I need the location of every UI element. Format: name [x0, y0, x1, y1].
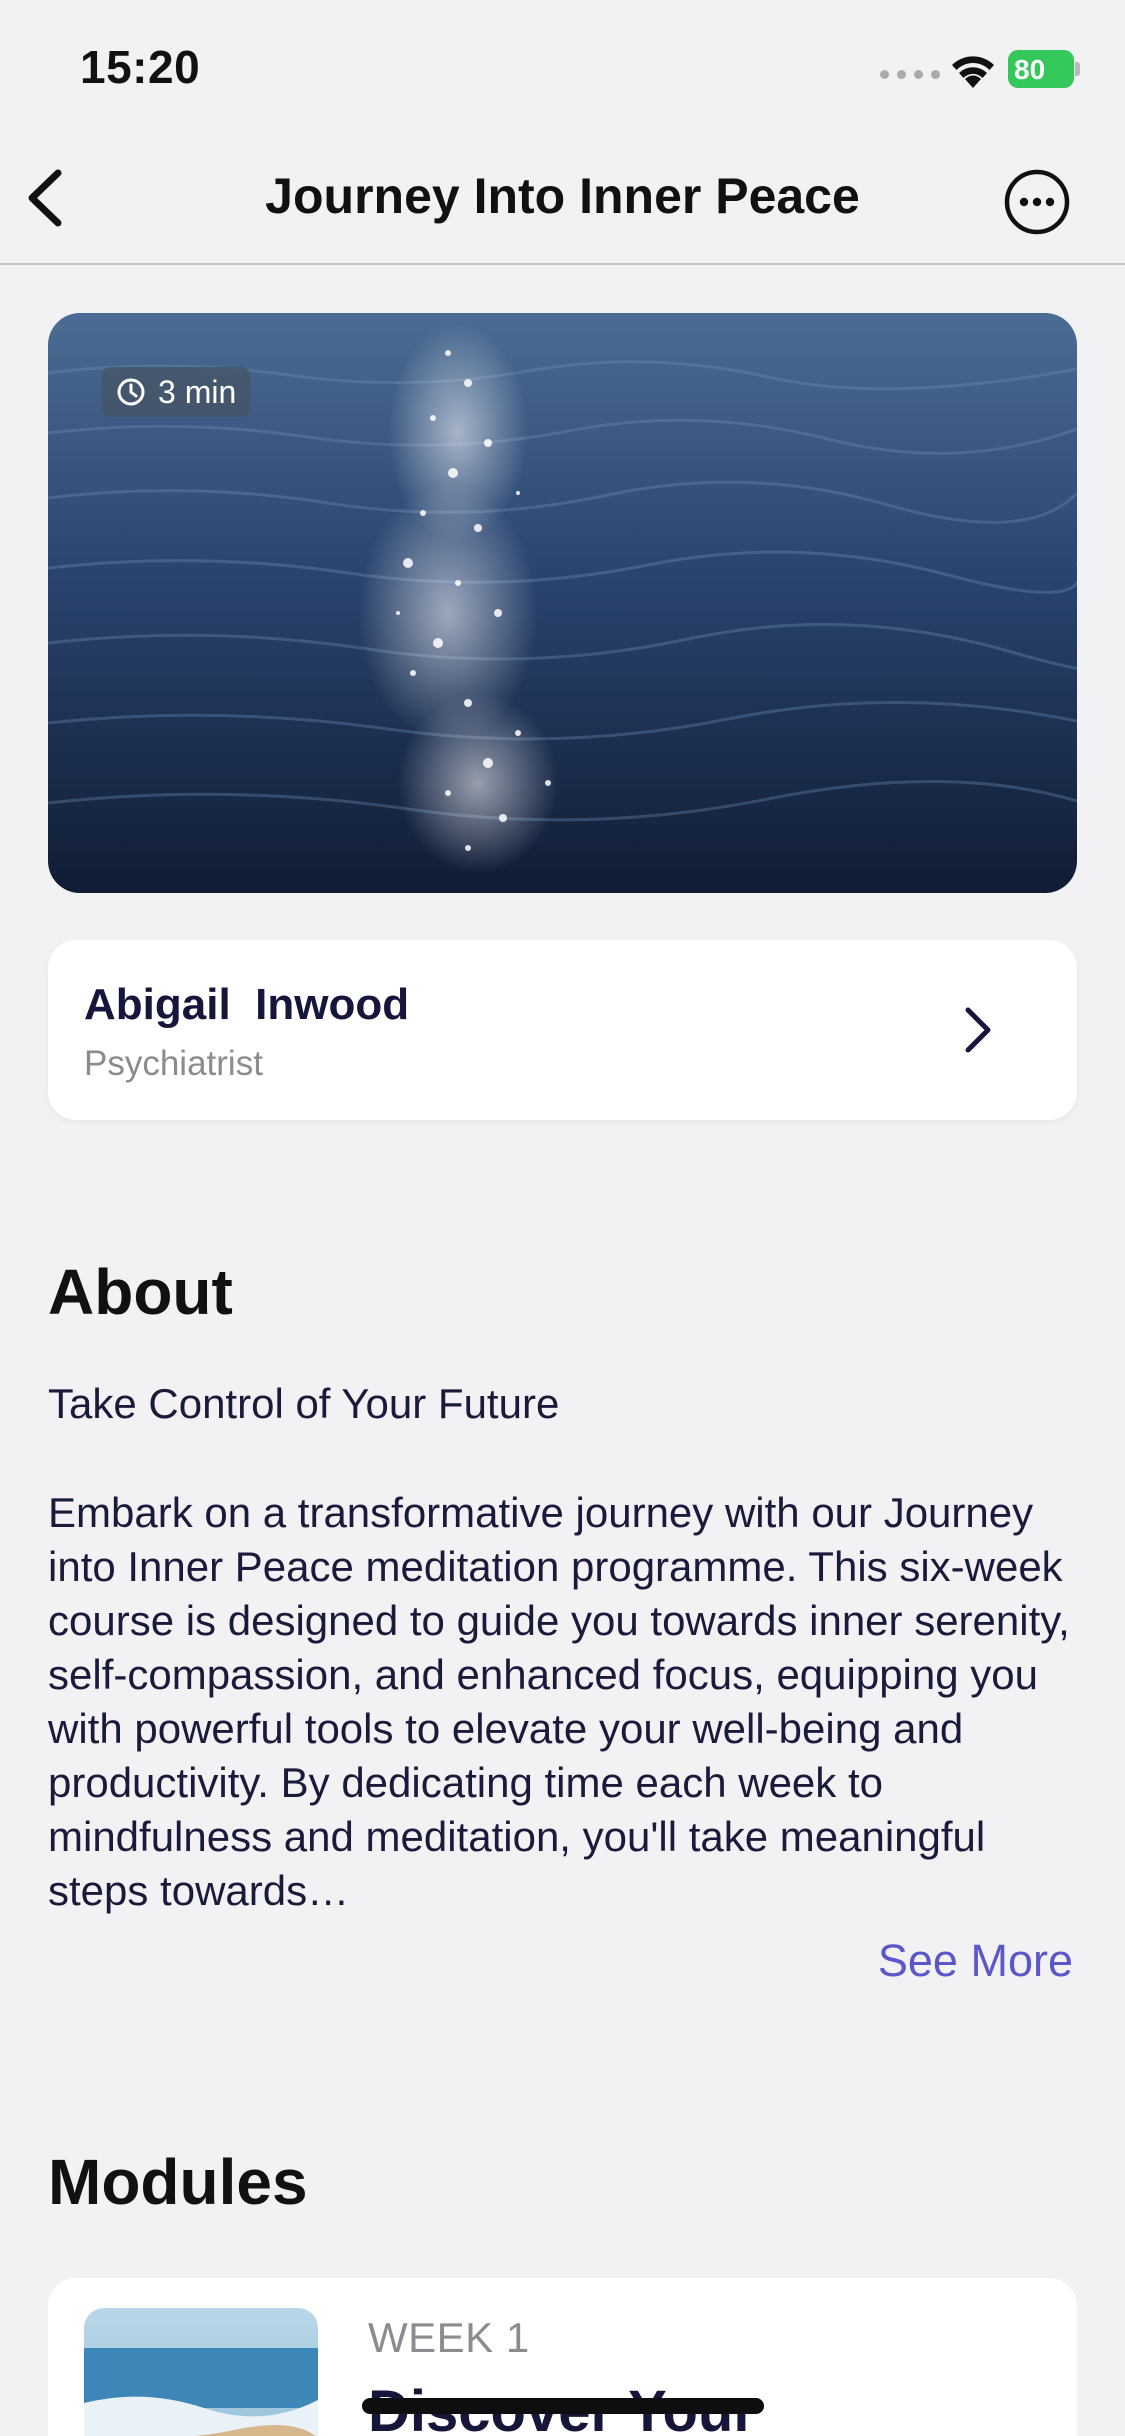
- status-time: 15:20: [80, 41, 201, 93]
- about-heading: About: [48, 1256, 233, 1328]
- battery-level: 80: [1014, 54, 1046, 85]
- chevron-right-icon: [965, 1007, 991, 1053]
- navigation-bar: Journey Into Inner Peace: [0, 135, 1125, 265]
- duration-badge: 3 min: [102, 367, 251, 417]
- author-card[interactable]: Abigail Inwood Psychiatrist: [48, 940, 1077, 1120]
- author-name: Abigail Inwood: [84, 980, 410, 1029]
- battery-icon: 80: [1008, 50, 1080, 88]
- app-screen: 15:20 80 Journey Into Inner Peace 3 min …: [0, 0, 1125, 2436]
- page-title: Journey Into Inner Peace: [265, 168, 860, 224]
- modules-heading: Modules: [48, 2146, 308, 2218]
- timer-icon: [117, 378, 145, 406]
- about-description: Embark on a transformative journey with …: [48, 1489, 1070, 1914]
- back-chevron-icon[interactable]: [18, 163, 74, 233]
- more-options-icon[interactable]: [1003, 168, 1071, 236]
- status-bar: 15:20 80: [0, 0, 1125, 135]
- cellular-signal-icon: [880, 70, 940, 79]
- about-subtitle: Take Control of Your Future: [48, 1380, 560, 1427]
- see-more-link[interactable]: See More: [878, 1935, 1073, 1987]
- module-thumbnail: [84, 2308, 318, 2436]
- home-indicator[interactable]: [362, 2398, 764, 2414]
- hero-image[interactable]: 3 min: [48, 313, 1077, 893]
- duration-label: 3 min: [158, 373, 237, 410]
- wifi-icon: [952, 56, 994, 88]
- author-role: Psychiatrist: [84, 1044, 263, 1083]
- module-week-label: WEEK 1: [368, 2314, 530, 2361]
